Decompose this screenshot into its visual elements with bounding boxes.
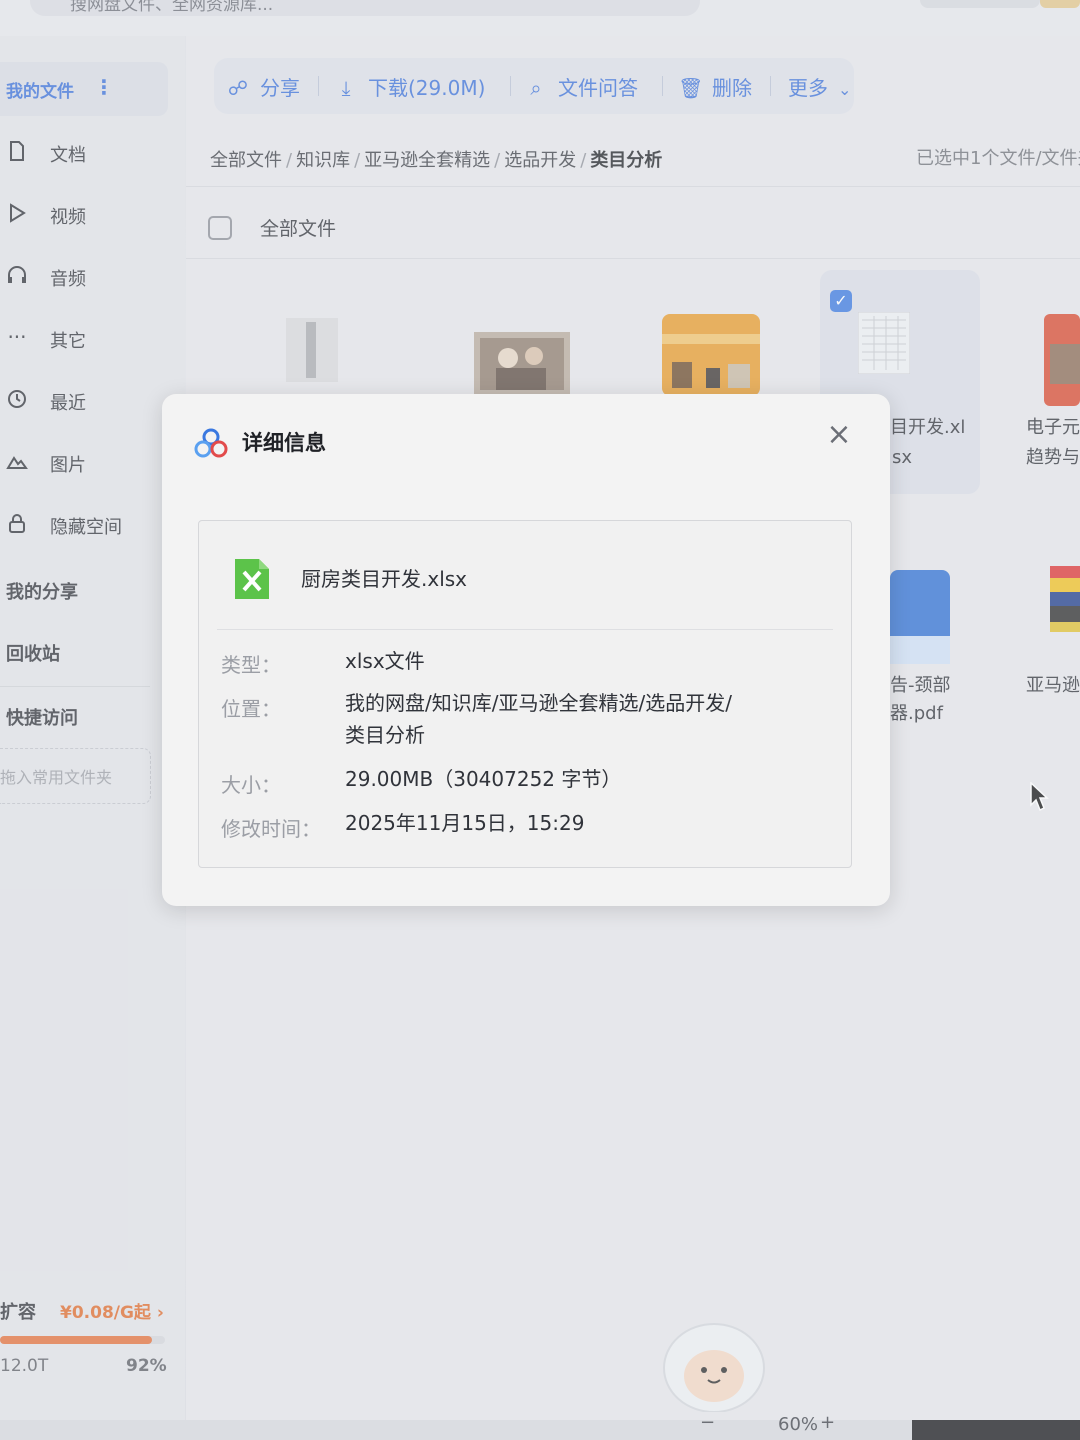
type-value: xlsx文件 — [345, 649, 425, 673]
file-details-dialog: 详细信息 × 厨房类目开发.xlsx 类型： xlsx文件 位置： 我的网盘/知… — [162, 394, 890, 906]
location-value-line2: 类目分析 — [345, 723, 425, 747]
type-label: 类型： — [221, 653, 281, 677]
dialog-title: 详细信息 — [242, 431, 326, 455]
size-label: 大小： — [221, 773, 281, 797]
modified-label: 修改时间： — [221, 817, 321, 841]
divider — [217, 629, 833, 630]
baidu-netdisk-logo-icon — [194, 428, 228, 458]
location-value-line1: 我的网盘/知识库/亚马逊全套精选/选品开发/ — [345, 691, 732, 715]
excel-file-icon — [235, 559, 269, 599]
modified-value: 2025年11月15日，15:29 — [345, 811, 585, 835]
detail-file-name: 厨房类目开发.xlsx — [301, 567, 468, 591]
size-value: 29.00MB（30407252 字节） — [345, 767, 622, 791]
close-icon[interactable]: × — [824, 420, 854, 450]
location-label: 位置： — [221, 697, 281, 721]
details-panel: 厨房类目开发.xlsx 类型： xlsx文件 位置： 我的网盘/知识库/亚马逊全… — [198, 520, 852, 868]
